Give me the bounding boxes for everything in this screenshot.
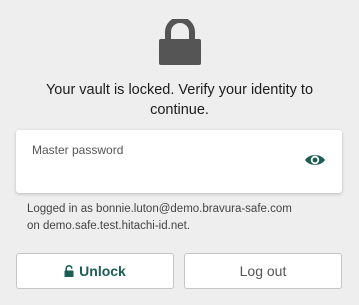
log-out-label: Log out: [239, 263, 287, 279]
master-password-label: Master password: [32, 143, 124, 157]
master-password-input[interactable]: [30, 162, 294, 184]
eye-icon[interactable]: [304, 152, 326, 168]
master-password-field[interactable]: Master password: [16, 130, 342, 193]
logged-in-line-1: Logged in as bonnie.luton@demo.bravura-s…: [27, 203, 292, 215]
unlock-label: Unlock: [79, 263, 126, 279]
locked-message: Your vault is locked. Verify your identi…: [45, 82, 314, 118]
lock-icon: [64, 265, 74, 277]
unlock-button[interactable]: Unlock: [16, 253, 174, 289]
lock-icon: [159, 19, 201, 65]
logged-in-line-2: on demo.safe.test.hitachi-id.net.: [27, 220, 191, 232]
logged-in-info: Logged in as bonnie.luton@demo.bravura-s…: [27, 201, 292, 235]
log-out-button[interactable]: Log out: [184, 253, 342, 289]
